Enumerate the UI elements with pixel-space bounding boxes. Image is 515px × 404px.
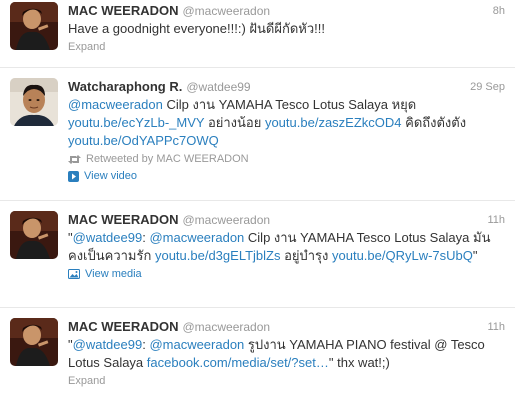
avatar-portrait-icon	[10, 211, 58, 259]
avatar[interactable]	[10, 318, 58, 366]
tweet-username[interactable]: @watdee99	[186, 80, 250, 94]
avatar[interactable]	[10, 2, 58, 50]
tweet-text-part: คิดถึงตังตัง	[401, 115, 467, 130]
url-link[interactable]: facebook.com/media/set/?set…	[147, 355, 329, 370]
quote-mark: "	[472, 248, 478, 263]
tweet-item[interactable]: MAC WEERADON @macweeradon 8h Have a goodn…	[0, 0, 515, 68]
tweet-fullname[interactable]: MAC WEERADON	[68, 319, 179, 334]
url-link[interactable]: youtu.be/d3gELTjblZs	[155, 248, 281, 263]
tweet-fullname[interactable]: MAC WEERADON	[68, 212, 179, 227]
url-link[interactable]: youtu.be/OdYAPPc7OWQ	[68, 133, 219, 148]
tweet-timestamp[interactable]: 29 Sep	[470, 78, 505, 96]
retweet-context: Retweeted by MAC WEERADON	[68, 151, 505, 167]
tweet-text: "@watdee99: @macweeradon รูปงาน YAMAHA P…	[68, 336, 505, 372]
tweet-text-part: Cilp งาน YAMAHA Tesco Lotus Salaya หยุด	[162, 97, 417, 112]
tweet-username[interactable]: @macweeradon	[183, 320, 271, 334]
play-video-icon	[68, 170, 79, 182]
tweet-text: "@watdee99: @macweeradon Cilp งาน YAMAHA…	[68, 229, 505, 265]
tweet-text-part: อยู่บำรุง	[280, 248, 332, 263]
tweet-text: @macweeradon Cilp งาน YAMAHA Tesco Lotus…	[68, 96, 505, 150]
photo-media-icon	[68, 269, 80, 279]
mention-link[interactable]: @watdee99	[73, 337, 143, 352]
tweet-fullname[interactable]: Watcharaphong R.	[68, 79, 182, 94]
retweeted-by-text[interactable]: Retweeted by MAC WEERADON	[86, 151, 249, 167]
avatar[interactable]	[10, 78, 58, 126]
mention-link[interactable]: @macweeradon	[149, 230, 244, 245]
tweet-username[interactable]: @macweeradon	[183, 4, 271, 18]
tweet-item[interactable]: MAC WEERADON @macweeradon 11h "@watdee99:…	[0, 201, 515, 308]
view-media-action[interactable]: View media	[68, 266, 505, 282]
url-link[interactable]: youtu.be/ecYzLb-_MVY	[68, 115, 204, 130]
tweet-timeline: MAC WEERADON @macweeradon 8h Have a goodn…	[0, 0, 515, 404]
tweet-text-part: " thx wat!;)	[328, 355, 390, 370]
tweet-timestamp[interactable]: 11h	[487, 211, 505, 229]
url-link[interactable]: youtu.be/QRyLw-7sUbQ	[332, 248, 473, 263]
tweet-timestamp[interactable]: 8h	[493, 2, 505, 20]
avatar-portrait-icon	[10, 78, 58, 126]
avatar-portrait-icon	[10, 318, 58, 366]
mention-link[interactable]: @macweeradon	[68, 97, 163, 112]
avatar[interactable]	[10, 211, 58, 259]
expand-link[interactable]: Expand	[68, 39, 505, 55]
tweet-timestamp[interactable]: 11h	[487, 318, 505, 336]
tweet-fullname[interactable]: MAC WEERADON	[68, 3, 179, 18]
expand-link[interactable]: Expand	[68, 373, 505, 389]
view-media-label[interactable]: View media	[85, 266, 142, 282]
tweet-username[interactable]: @macweeradon	[183, 213, 271, 227]
avatar-portrait-icon	[10, 2, 58, 50]
view-video-action[interactable]: View video	[68, 168, 505, 184]
tweet-text: Have a goodnight everyone!!!:) ฝันดีผีกั…	[68, 21, 325, 36]
mention-link[interactable]: @macweeradon	[149, 337, 244, 352]
tweet-item[interactable]: MAC WEERADON @macweeradon 11h "@watdee99:…	[0, 308, 515, 404]
tweet-text-part: อย่างน้อย	[204, 115, 265, 130]
mention-link[interactable]: @watdee99	[73, 230, 143, 245]
url-link[interactable]: youtu.be/zaszEZkcOD4	[265, 115, 402, 130]
retweet-icon	[68, 154, 81, 164]
view-video-label[interactable]: View video	[84, 168, 137, 184]
tweet-item[interactable]: Watcharaphong R. @watdee99 29 Sep @macwee…	[0, 68, 515, 201]
